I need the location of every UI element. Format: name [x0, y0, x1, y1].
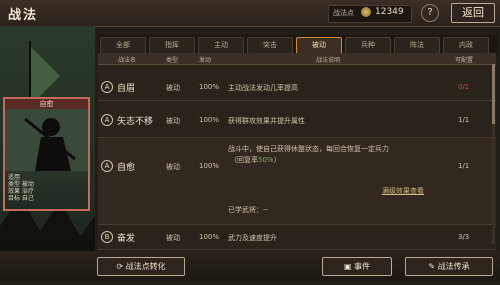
grade-badge: A [101, 160, 113, 172]
coin-icon [361, 7, 371, 17]
skill-type: 被动 [166, 234, 180, 242]
skill-card-info: 适用 类型 被动 效果 治疗 目标 自己 [8, 174, 34, 202]
skill-equip: 3/3 [458, 233, 470, 241]
tab-internal[interactable]: 内政 [443, 37, 489, 54]
tab-troop[interactable]: 兵种 [345, 37, 391, 54]
tab-passive[interactable]: 被动 [296, 37, 342, 54]
col-desc: 战法说明 [316, 57, 341, 64]
skill-card-title: 自愈 [5, 99, 88, 109]
warrior-silhouette-icon [5, 109, 88, 171]
skill-desc: 武力及速度提升 [228, 234, 277, 242]
grade-badge: A [101, 114, 113, 126]
skill-desc: 获得群攻效果并提升属性 [228, 117, 305, 125]
tab-assault[interactable]: 突击 [247, 37, 293, 54]
skill-type: 被动 [166, 117, 180, 125]
skill-name: 自眉 [117, 84, 136, 94]
tab-active[interactable]: 主动 [198, 37, 244, 54]
scrollbar-thumb[interactable] [492, 64, 495, 124]
skill-type: 被动 [166, 163, 180, 171]
points-label: 战法点 [333, 9, 354, 17]
events-button[interactable]: ▣ 事件 [322, 257, 392, 276]
grade-badge: A [101, 81, 113, 93]
tab-command[interactable]: 指挥 [149, 37, 195, 54]
skill-name: 矢志不移 [117, 117, 154, 127]
skill-rate: 100% [199, 116, 220, 124]
inherit-skill-button[interactable]: ✎ 战法传承 [405, 257, 493, 276]
skill-card[interactable]: 自愈 适用 类型 被动 效果 治疗 目标 自己 [3, 97, 90, 211]
skill-name: 自愈 [117, 163, 136, 173]
learned-generals: 已学武将：-- [228, 206, 269, 214]
col-name: 战法名 [118, 57, 137, 64]
points-value: 12349 [375, 7, 404, 17]
help-button[interactable]: ? [421, 4, 439, 22]
table-row[interactable] [98, 225, 496, 250]
skill-rate: 100% [199, 162, 220, 170]
convert-points-button[interactable]: ⟳ 战法点转化 [97, 257, 185, 276]
col-type: 类型 [166, 57, 179, 64]
skill-desc-line2: （回复率50%） [230, 156, 281, 164]
back-button[interactable]: 返回 [451, 3, 495, 23]
skill-rate: 100% [199, 83, 220, 91]
skill-desc-line1: 战斗中，使自己获得休整状态，每回合恢复一定兵力 [228, 145, 389, 153]
col-rate: 发动 [199, 57, 212, 64]
skill-equip: 1/1 [458, 162, 470, 170]
skill-equip: 0/1 [458, 83, 470, 91]
grade-badge: B [101, 231, 113, 243]
skill-equip: 1/1 [458, 116, 470, 124]
heal-rate-value: 50% [258, 156, 274, 164]
event-icon: ▣ [343, 262, 352, 271]
inherit-icon: ✎ [428, 262, 436, 271]
tab-formation[interactable]: 阵法 [394, 37, 440, 54]
skill-type: 被动 [166, 84, 180, 92]
skill-desc: 主动战法发动几率提高 [228, 84, 298, 92]
table-header [98, 53, 496, 65]
tab-all[interactable]: 全部 [100, 37, 146, 54]
convert-icon: ⟳ [116, 262, 124, 271]
full-effect-link[interactable]: 满级效果查看 [382, 186, 424, 196]
skill-name: 奋发 [117, 234, 136, 244]
col-equip: 可配置 [455, 57, 474, 64]
skill-rate: 100% [199, 233, 220, 241]
page-title: 战法 [8, 8, 39, 23]
